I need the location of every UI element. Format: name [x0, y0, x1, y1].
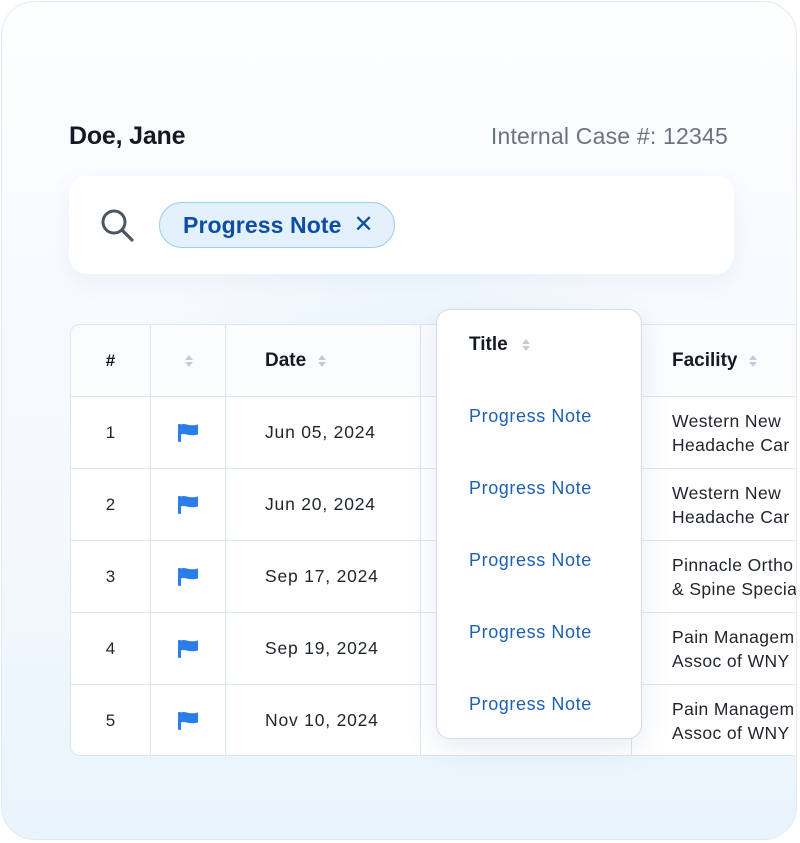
flag-icon[interactable]: [177, 639, 199, 659]
search-icon[interactable]: [99, 207, 135, 243]
title-link[interactable]: Progress Note: [469, 478, 592, 499]
sort-icon[interactable]: [521, 339, 530, 351]
sort-icon[interactable]: [318, 354, 327, 367]
date-cell: Sep 17, 2024: [265, 566, 379, 586]
row-number: 4: [105, 638, 116, 658]
patient-name: Doe, Jane: [69, 122, 186, 150]
flag-icon[interactable]: [177, 711, 199, 731]
internal-case-number: Internal Case #: 12345: [491, 123, 728, 150]
title-link[interactable]: Progress Note: [469, 622, 592, 643]
sort-icon[interactable]: [185, 354, 193, 367]
row-number: 5: [105, 710, 116, 730]
column-header-flag[interactable]: [151, 325, 225, 396]
column-header-title[interactable]: Title: [469, 334, 530, 356]
flag-cell[interactable]: [151, 613, 225, 684]
date-cell: Jun 05, 2024: [265, 422, 376, 442]
facility-line: Headache Car: [672, 506, 790, 527]
date-cell: Nov 10, 2024: [265, 710, 379, 730]
facility-line: Assoc of WNY: [672, 722, 790, 743]
facility-line: & Spine Specia: [672, 578, 797, 599]
column-header-label: Date: [265, 349, 307, 371]
documents-table: # Date Facility 1 Jun 05, 2024 Western N…: [70, 324, 797, 756]
sort-icon[interactable]: [749, 354, 758, 367]
title-link[interactable]: Progress Note: [469, 694, 592, 715]
facility-cell: Pinnacle Ortho & Spine Specia: [672, 541, 797, 612]
filter-chip-progress-note[interactable]: Progress Note ✕: [159, 202, 395, 248]
title-link[interactable]: Progress Note: [469, 406, 592, 427]
column-header-date[interactable]: Date: [265, 325, 415, 396]
flag-cell[interactable]: [151, 397, 225, 468]
facility-line: Headache Car: [672, 434, 790, 455]
facility-line: Pinnacle Ortho: [672, 554, 794, 575]
title-column-highlight: Title Progress Note Progress Note Progre…: [436, 309, 642, 739]
facility-cell: Pain Managem Assoc of WNY: [672, 613, 796, 684]
row-number: 3: [105, 566, 116, 586]
facility-line: Pain Managem: [672, 626, 795, 647]
facility-line: Pain Managem: [672, 698, 795, 719]
flag-cell[interactable]: [151, 685, 225, 755]
facility-line: Western New: [672, 482, 782, 503]
close-icon[interactable]: ✕: [354, 213, 374, 237]
facility-cell: Pain Managem Assoc of WNY: [672, 685, 796, 755]
title-link[interactable]: Progress Note: [469, 550, 592, 571]
row-number: 2: [105, 494, 116, 514]
flag-cell[interactable]: [151, 469, 225, 540]
date-cell: Sep 19, 2024: [265, 638, 379, 658]
facility-cell: Western New Headache Car: [672, 469, 796, 540]
app-card: Doe, Jane Internal Case #: 12345 Progres…: [1, 1, 797, 840]
filter-chip-label: Progress Note: [183, 211, 342, 238]
column-header-label: #: [105, 350, 116, 370]
facility-line: Assoc of WNY: [672, 650, 790, 671]
flag-cell[interactable]: [151, 541, 225, 612]
column-header-label: Facility: [672, 349, 738, 371]
facility-cell: Western New Headache Car: [672, 397, 796, 468]
case-label: Internal Case #:: [490, 123, 657, 149]
date-cell: Jun 20, 2024: [265, 494, 376, 514]
case-number: 12345: [663, 123, 728, 149]
flag-icon[interactable]: [177, 423, 199, 443]
search-bar[interactable]: Progress Note ✕: [69, 176, 734, 274]
column-header-facility[interactable]: Facility: [672, 325, 796, 396]
row-number: 1: [105, 422, 116, 442]
column-header-index[interactable]: #: [71, 325, 150, 396]
facility-line: Western New: [672, 410, 782, 431]
flag-icon[interactable]: [177, 495, 199, 515]
column-header-label: Title: [469, 334, 508, 355]
flag-icon[interactable]: [177, 567, 199, 587]
